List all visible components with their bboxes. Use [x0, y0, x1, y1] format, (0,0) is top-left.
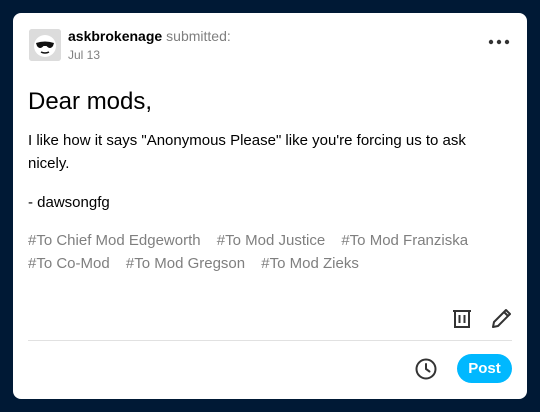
- schedule-button[interactable]: [413, 356, 439, 382]
- edit-button[interactable]: [489, 305, 515, 331]
- clock-icon: [415, 358, 437, 380]
- tag-list: #To Chief Mod Edgeworth #To Mod Justice …: [28, 229, 508, 275]
- submitted-label: submitted:: [166, 28, 231, 44]
- avatar[interactable]: [29, 29, 61, 61]
- post-title: Dear mods,: [28, 88, 153, 115]
- post-date: Jul 13: [68, 48, 101, 62]
- post-body: I like how it says "Anonymous Please" li…: [28, 129, 498, 230]
- post-button[interactable]: Post: [457, 354, 512, 383]
- more-options-button[interactable]: [487, 35, 511, 49]
- username-link[interactable]: askbrokenage: [68, 28, 162, 44]
- tag-link[interactable]: #To Chief Mod Edgeworth: [28, 232, 201, 249]
- tag-link[interactable]: #To Mod Franziska: [341, 232, 468, 249]
- pencil-icon: [492, 309, 511, 328]
- body-paragraph: I like how it says "Anonymous Please" li…: [28, 132, 466, 172]
- trash-icon: [453, 310, 471, 328]
- ellipsis-icon: [488, 39, 510, 45]
- tag-link[interactable]: #To Mod Justice: [217, 232, 325, 249]
- post-header: askbrokenage submitted:: [68, 29, 231, 45]
- delete-button[interactable]: [449, 305, 475, 331]
- tag-link[interactable]: #To Mod Gregson: [126, 255, 245, 272]
- tag-link[interactable]: #To Co-Mod: [28, 255, 110, 272]
- body-paragraph: - dawsongfg: [28, 194, 110, 211]
- ask-card: askbrokenage submitted: Jul 13 Dear mods,…: [13, 13, 527, 399]
- divider: [28, 340, 512, 341]
- sunglasses-avatar-icon: [29, 29, 61, 61]
- tag-link[interactable]: #To Mod Zieks: [261, 255, 359, 272]
